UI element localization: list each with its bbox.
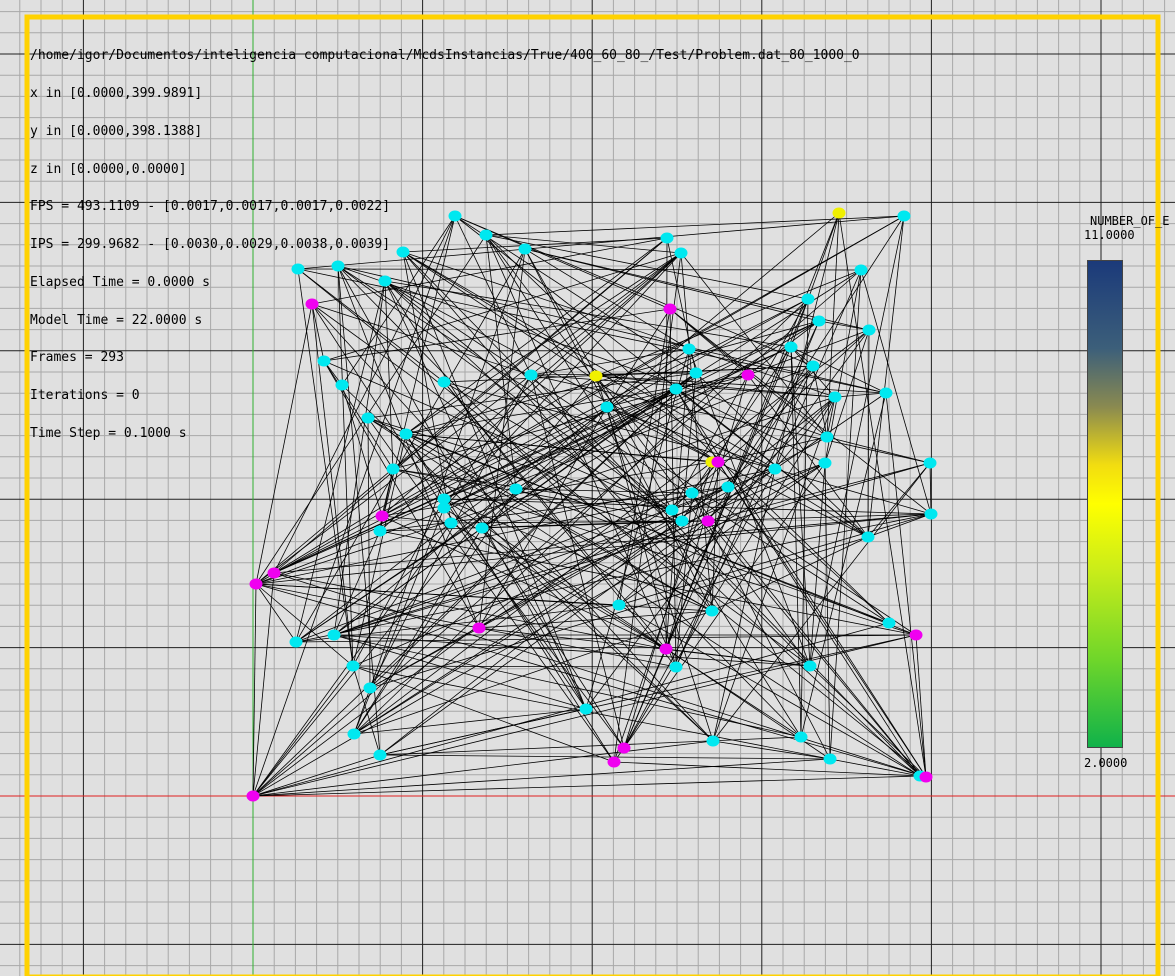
graph-node bbox=[861, 531, 875, 543]
graph-node bbox=[701, 515, 715, 527]
graph-edge bbox=[273, 513, 932, 574]
graph-edge bbox=[252, 758, 831, 797]
graph-node bbox=[249, 578, 263, 590]
graph-node bbox=[607, 756, 621, 768]
graph-node bbox=[665, 504, 679, 516]
graph-node bbox=[879, 387, 893, 399]
z-range-text: z in [0.0000,0.0000] bbox=[30, 161, 187, 177]
iterations-text: Iterations = 0 bbox=[30, 388, 140, 404]
graph-node bbox=[612, 599, 626, 611]
legend-max-label: 11.0000 bbox=[1084, 228, 1135, 242]
graph-node bbox=[472, 622, 486, 634]
graph-node bbox=[705, 605, 719, 617]
graph-node bbox=[818, 457, 832, 469]
graph-node bbox=[363, 682, 377, 694]
graph-node bbox=[475, 522, 489, 534]
graph-edge bbox=[623, 648, 667, 749]
graph-node bbox=[444, 517, 458, 529]
color-scale-bar bbox=[1087, 260, 1123, 748]
graph-edge bbox=[352, 462, 826, 667]
graph-edge bbox=[613, 761, 921, 777]
graph-node bbox=[327, 629, 341, 641]
graph-edge bbox=[252, 572, 275, 797]
graph-node bbox=[386, 463, 400, 475]
graph-edge bbox=[252, 740, 714, 797]
graph-edge bbox=[333, 520, 709, 636]
graph-node bbox=[862, 324, 876, 336]
graph-edge bbox=[712, 740, 831, 760]
graph-node bbox=[768, 463, 782, 475]
graph-node bbox=[897, 210, 911, 222]
graph-node bbox=[721, 481, 735, 493]
graph-node bbox=[437, 502, 451, 514]
graph-node bbox=[375, 510, 389, 522]
graph-node bbox=[347, 728, 361, 740]
graph-edge bbox=[353, 708, 587, 735]
graph-node bbox=[711, 456, 725, 468]
graph-node bbox=[675, 515, 689, 527]
graph-edge bbox=[392, 468, 917, 636]
graph-edge bbox=[915, 634, 927, 778]
elapsed-time-text: Elapsed Time = 0.0000 s bbox=[30, 274, 211, 290]
frames-text: Frames = 293 bbox=[30, 350, 124, 366]
graph-edge bbox=[353, 527, 483, 735]
graph-edge bbox=[379, 736, 802, 756]
graph-node bbox=[346, 660, 360, 672]
graph-edge bbox=[929, 462, 932, 515]
fps-text: FPS = 493.1109 - [0.0017,0.0017,0.0017,0… bbox=[30, 199, 391, 215]
graph-node bbox=[803, 660, 817, 672]
graph-node bbox=[685, 487, 699, 499]
ips-text: IPS = 299.9682 - [0.0030,0.0029,0.0038,0… bbox=[30, 237, 391, 253]
graph-node bbox=[909, 629, 923, 641]
graph-edge bbox=[252, 775, 921, 797]
graph-node bbox=[509, 483, 523, 495]
graph-edge bbox=[367, 417, 921, 777]
time-step-text: Time Step = 0.1000 s bbox=[30, 426, 187, 441]
graph-node bbox=[923, 457, 937, 469]
graph-edge bbox=[885, 392, 927, 778]
graph-node bbox=[267, 567, 281, 579]
graph-node bbox=[794, 731, 808, 743]
graph-node bbox=[919, 771, 933, 783]
graph-node bbox=[617, 742, 631, 754]
graph-node bbox=[373, 525, 387, 537]
legend-title: NUMBER_OF_E bbox=[1090, 214, 1170, 228]
info-panel: /home/igor/Documentos/inteligencia compu… bbox=[30, 25, 860, 453]
graph-node bbox=[246, 790, 260, 802]
y-range-text: y in [0.0000,398.1388] bbox=[30, 123, 203, 139]
graph-node bbox=[579, 703, 593, 715]
legend-min-label: 2.0000 bbox=[1084, 756, 1128, 770]
model-time-text: Model Time = 22.0000 s bbox=[30, 312, 203, 328]
graph-node bbox=[289, 636, 303, 648]
graph-node bbox=[924, 508, 938, 520]
graph-node bbox=[669, 661, 683, 673]
graph-edge bbox=[707, 520, 921, 777]
graph-node bbox=[882, 617, 896, 629]
graph-node bbox=[823, 753, 837, 765]
graph-node bbox=[706, 735, 720, 747]
x-range-text: x in [0.0000,399.9891] bbox=[30, 85, 203, 101]
file-path-text: /home/igor/Documentos/inteligencia compu… bbox=[30, 48, 860, 64]
graph-node bbox=[659, 643, 673, 655]
graph-node bbox=[373, 749, 387, 761]
